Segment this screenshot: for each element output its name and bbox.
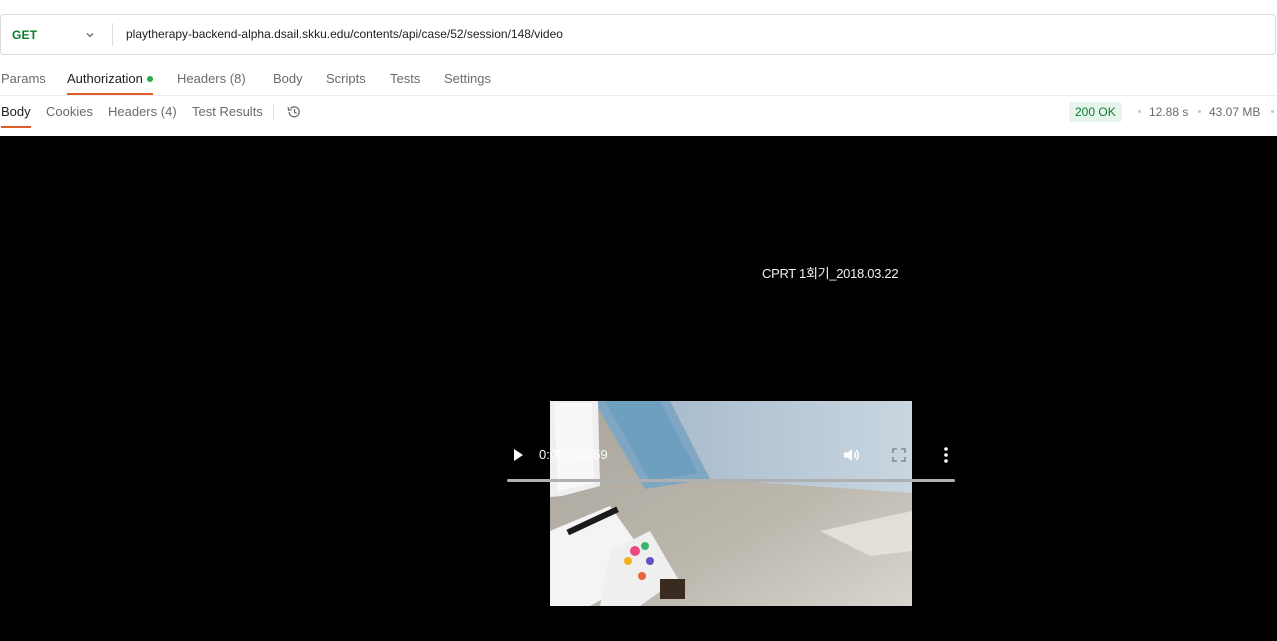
meta-separator [1198, 110, 1201, 113]
response-size[interactable]: 43.07 MB [1209, 102, 1260, 122]
tab-params[interactable]: Params [1, 62, 46, 95]
tab-response-headers-count: (4) [160, 104, 177, 119]
video-player[interactable] [0, 136, 1277, 641]
response-tabs-divider [273, 104, 274, 120]
video-progress-bar[interactable] [507, 479, 955, 482]
tab-settings[interactable]: Settings [444, 62, 491, 95]
chevron-down-icon [86, 33, 94, 38]
tab-body[interactable]: Body [273, 62, 303, 95]
tab-test-results[interactable]: Test Results [192, 96, 263, 128]
tab-headers-count: (8) [229, 71, 246, 86]
tab-response-headers-label: Headers [108, 104, 158, 119]
more-vert-icon[interactable] [943, 446, 949, 464]
tab-settings-label: Settings [444, 71, 491, 86]
tab-authorization[interactable]: Authorization [67, 62, 153, 95]
request-tabs: Params Authorization Headers (8) Body Sc… [0, 62, 1277, 96]
video-time: 0:00 / 22:59 [539, 447, 608, 462]
tab-tests-label: Tests [390, 71, 421, 86]
tab-cookies[interactable]: Cookies [46, 96, 93, 128]
tab-authorization-label: Authorization [67, 71, 143, 86]
tab-response-body-label: Body [1, 104, 31, 119]
video-still-image [550, 401, 912, 606]
method-divider [112, 23, 113, 46]
video-overlay-caption: CPRT 1회기_2018.03.22 [762, 266, 899, 281]
tab-params-label: Params [1, 71, 46, 86]
video-controls: 0:00 / 22:59 [507, 440, 955, 484]
meta-separator [1138, 110, 1141, 113]
play-icon[interactable] [511, 448, 525, 462]
method-select[interactable]: GET [1, 15, 111, 54]
tab-headers-label: Headers [177, 71, 227, 86]
tab-response-body[interactable]: Body [1, 96, 31, 128]
fullscreen-icon[interactable] [892, 448, 906, 462]
tab-cookies-label: Cookies [46, 104, 93, 119]
tab-headers[interactable]: Headers (8) [177, 62, 246, 95]
method-label: GET [12, 27, 38, 42]
url-input[interactable]: playtherapy-backend-alpha.dsail.skku.edu… [126, 15, 563, 54]
status-dot-icon [146, 75, 153, 82]
video-frame [550, 401, 912, 606]
status-badge[interactable]: 200 OK [1069, 102, 1122, 122]
meta-separator [1271, 110, 1274, 113]
volume-icon[interactable] [843, 447, 861, 463]
tab-body-label: Body [273, 71, 303, 86]
history-icon[interactable] [286, 104, 302, 120]
request-url-bar: GET playtherapy-backend-alpha.dsail.skku… [0, 14, 1276, 55]
tab-response-headers[interactable]: Headers (4) [108, 96, 177, 128]
tab-tests[interactable]: Tests [390, 62, 420, 95]
tab-scripts[interactable]: Scripts [326, 62, 366, 95]
tab-scripts-label: Scripts [326, 71, 366, 86]
response-time[interactable]: 12.88 s [1149, 102, 1188, 122]
tab-test-results-label: Test Results [192, 104, 263, 119]
